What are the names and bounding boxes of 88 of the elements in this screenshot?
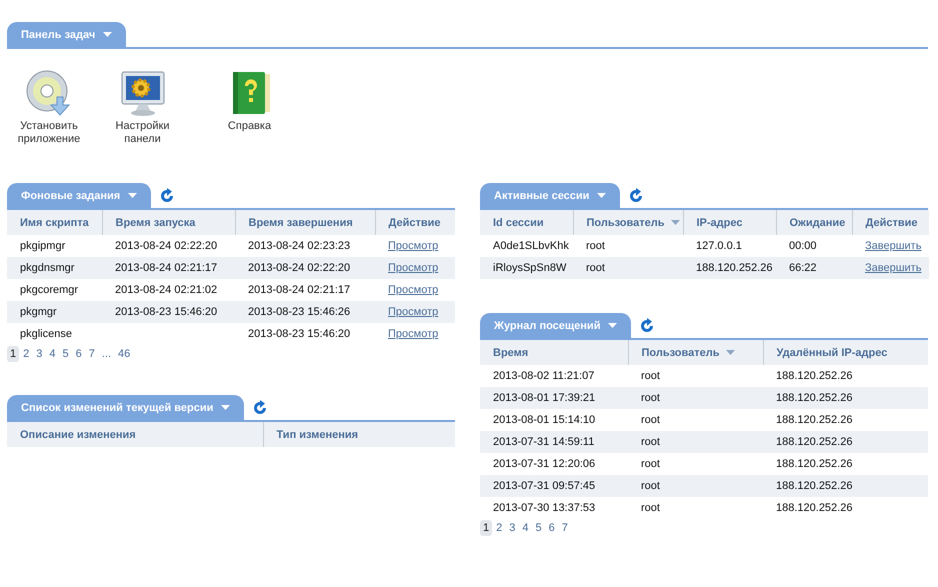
table-cell: 2013-08-01 15:14:10 <box>480 409 628 431</box>
action-link[interactable]: Просмотр <box>388 240 438 252</box>
page-link[interactable]: 3 <box>506 520 518 536</box>
table-cell: root <box>573 235 683 257</box>
table-cell: 2013-07-31 14:59:11 <box>480 431 628 453</box>
column-header[interactable]: Описание изменения <box>7 422 263 447</box>
caret-icon <box>608 323 618 328</box>
column-header[interactable]: Удалённый IP-адрес <box>763 340 928 365</box>
table-cell: iRloysSpSn8W <box>480 257 573 279</box>
table-cell: root <box>628 475 763 497</box>
table-cell: 2013-08-23 15:46:26 <box>235 301 375 323</box>
table-cell: 2013-08-24 02:23:23 <box>235 235 375 257</box>
table-cell: 2013-08-01 17:39:21 <box>480 387 628 409</box>
refresh-icon[interactable] <box>252 400 268 416</box>
table-cell: root <box>573 257 683 279</box>
page-link[interactable]: 6 <box>546 520 558 536</box>
table-cell: 188.120.252.26 <box>763 387 928 409</box>
shortcut-label[interactable]: Справка <box>210 120 290 133</box>
table-cell: 188.120.252.26 <box>763 475 928 497</box>
refresh-icon[interactable] <box>639 318 656 334</box>
column-header[interactable]: Время завершения <box>235 210 375 235</box>
table-cell: pkgcoremgr <box>7 279 102 301</box>
page-link[interactable]: 7 <box>558 520 571 536</box>
caret-icon <box>597 193 606 198</box>
action-link[interactable]: Просмотр <box>388 328 438 340</box>
column-header[interactable]: Время запуска <box>102 210 235 235</box>
table-cell: 2013-08-24 02:22:20 <box>102 235 235 257</box>
table-cell: root <box>628 409 763 431</box>
page-link[interactable]: 4 <box>519 520 532 536</box>
page-link[interactable]: ... <box>98 346 114 362</box>
page-link[interactable]: 1 <box>480 520 492 536</box>
table-cell: root <box>628 453 763 475</box>
caret-icon <box>726 350 735 355</box>
table-cell: 2013-07-31 12:20:06 <box>480 453 628 475</box>
table-cell: 188.120.252.26 <box>763 431 928 453</box>
column-header[interactable]: Действие <box>852 210 929 235</box>
table-cell: 188.120.252.26 <box>683 257 776 279</box>
table-cell: A0de1SLbvKhk <box>480 235 573 257</box>
page-link[interactable]: 2 <box>493 520 506 536</box>
table-cell: 127.0.0.1 <box>683 235 776 257</box>
column-header[interactable]: Id сессии <box>480 210 573 235</box>
table-cell: pkgdnsmgr <box>7 257 102 279</box>
table-cell: 188.120.252.26 <box>763 453 928 475</box>
action-link[interactable]: Просмотр <box>388 284 438 296</box>
column-header[interactable]: Действие <box>375 210 455 235</box>
page-link[interactable]: 6 <box>72 346 85 362</box>
column-header[interactable]: IP-адрес <box>683 210 776 235</box>
column-header[interactable]: Пользователь <box>573 210 683 235</box>
shortcut-label[interactable]: Установить приложение <box>9 120 89 146</box>
page-link[interactable]: 2 <box>20 346 32 362</box>
caret-icon <box>128 193 138 198</box>
table-cell: root <box>628 365 763 387</box>
table-cell: 2013-08-23 15:46:20 <box>102 301 235 323</box>
action-link[interactable]: Завершить <box>865 240 922 252</box>
table-cell: pkgmgr <box>7 301 102 323</box>
shortcut-label[interactable]: Настройки панели <box>102 120 182 146</box>
caret-icon <box>221 405 230 410</box>
table-cell: root <box>628 431 763 453</box>
table-cell: 00:00 <box>776 235 852 257</box>
page-link[interactable]: 7 <box>86 346 98 362</box>
table-cell: root <box>628 387 763 409</box>
page-link[interactable]: 1 <box>7 346 20 362</box>
column-header[interactable]: Пользователь <box>628 340 763 365</box>
page-link[interactable]: 46 <box>115 346 134 362</box>
column-header[interactable]: Время <box>480 340 628 365</box>
table-cell: 188.120.252.26 <box>763 409 928 431</box>
page-link[interactable]: 3 <box>33 346 46 362</box>
table-cell: 2013-08-24 02:21:17 <box>235 279 375 301</box>
column-header[interactable]: Ожидание <box>776 210 852 235</box>
refresh-icon[interactable] <box>628 188 644 204</box>
caret-icon <box>103 32 112 37</box>
monitor-gear-icon[interactable] <box>118 69 166 117</box>
column-header[interactable]: Имя скрипта <box>7 210 102 235</box>
table-cell: 2013-07-31 09:57:45 <box>480 475 628 497</box>
table-cell: 2013-08-24 02:22:20 <box>235 257 375 279</box>
table-cell: pkgipmgr <box>7 235 102 257</box>
table-cell: 2013-08-02 11:21:07 <box>480 365 628 387</box>
table-cell: 2013-08-24 02:21:17 <box>102 257 235 279</box>
table-cell: 66:22 <box>776 257 852 279</box>
caret-icon <box>670 220 680 225</box>
table-cell: 2013-08-24 02:21:02 <box>102 279 235 301</box>
page-link[interactable]: 4 <box>46 346 58 362</box>
page-link[interactable]: 5 <box>60 346 72 362</box>
disc-icon[interactable] <box>25 69 73 117</box>
column-header[interactable]: Тип изменения <box>263 422 455 447</box>
table-cell: 188.120.252.26 <box>763 365 928 387</box>
page-link[interactable]: 5 <box>532 520 545 536</box>
refresh-icon[interactable] <box>159 188 176 204</box>
